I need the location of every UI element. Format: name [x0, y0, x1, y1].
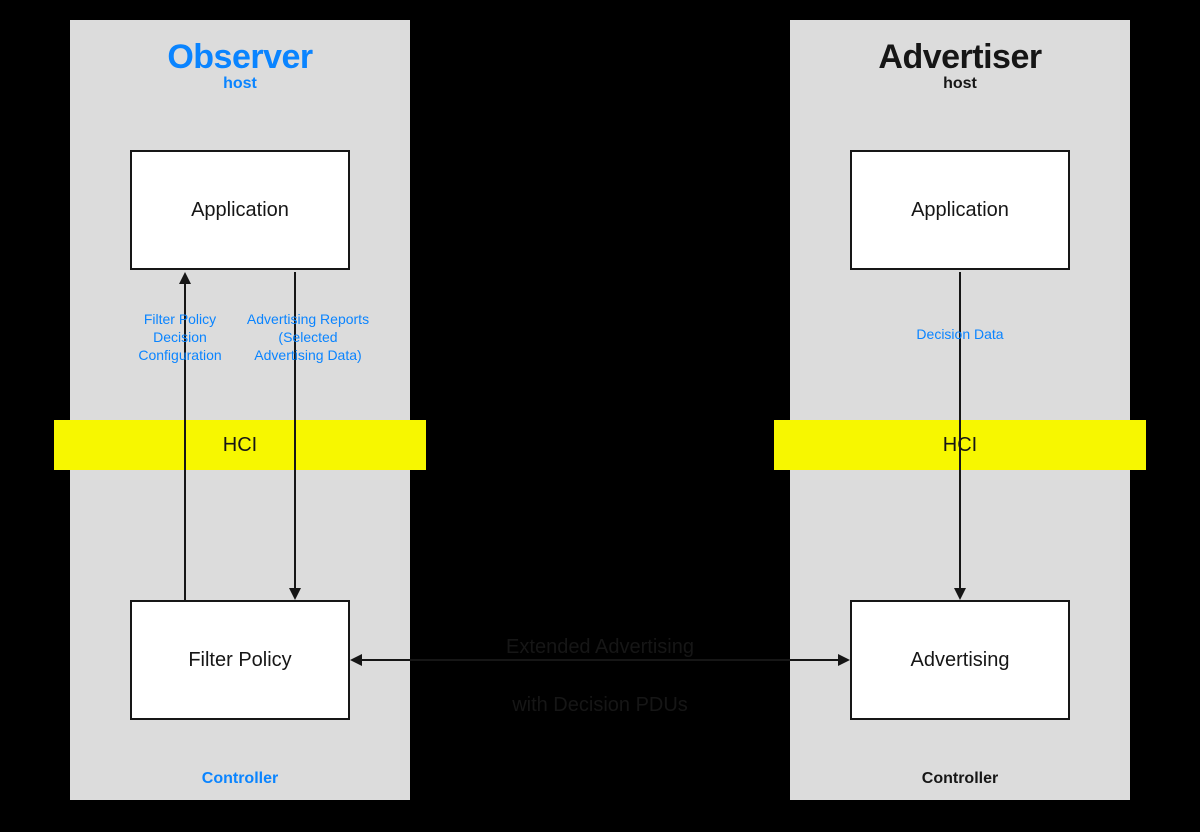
- observer-left-arrow-head: [179, 272, 191, 284]
- observer-right-arrow-head: [289, 588, 301, 600]
- observer-hci-label: HCI: [223, 434, 257, 457]
- observer-application-label: Application: [191, 199, 289, 222]
- observer-application-box: Application: [130, 150, 350, 270]
- observer-subtitle: host: [70, 75, 410, 93]
- advertiser-arrow-line: [959, 272, 961, 588]
- advertiser-application-box: Application: [850, 150, 1070, 270]
- advertiser-advertising-box: Advertising: [850, 600, 1070, 720]
- observer-hci-bar: HCI: [54, 420, 426, 470]
- observer-controller-label: Controller: [70, 770, 410, 788]
- advertiser-advertising-label: Advertising: [911, 649, 1010, 672]
- advertiser-title: Advertiser: [790, 38, 1130, 77]
- advertiser-subtitle: host: [790, 75, 1130, 93]
- center-label: Extended Advertisingwith Decision PDUs: [420, 632, 780, 720]
- advertiser-controller-label: Controller: [790, 770, 1130, 788]
- observer-annotation-right: Advertising Reports (Selected Advertisin…: [233, 310, 383, 365]
- observer-filter-policy-box: Filter Policy: [130, 600, 350, 720]
- center-arrow-head-right: [838, 654, 850, 666]
- observer-container: Observer host Application Filter Policy …: [70, 20, 410, 800]
- advertiser-annotation: Decision Data: [880, 325, 1040, 343]
- observer-filter-policy-label: Filter Policy: [188, 649, 291, 672]
- observer-annotation-left: Filter Policy Decision Configuration: [115, 310, 245, 365]
- advertiser-application-label: Application: [911, 199, 1009, 222]
- advertiser-arrow-head: [954, 588, 966, 600]
- center-arrow-head-left: [350, 654, 362, 666]
- observer-title: Observer: [70, 38, 410, 77]
